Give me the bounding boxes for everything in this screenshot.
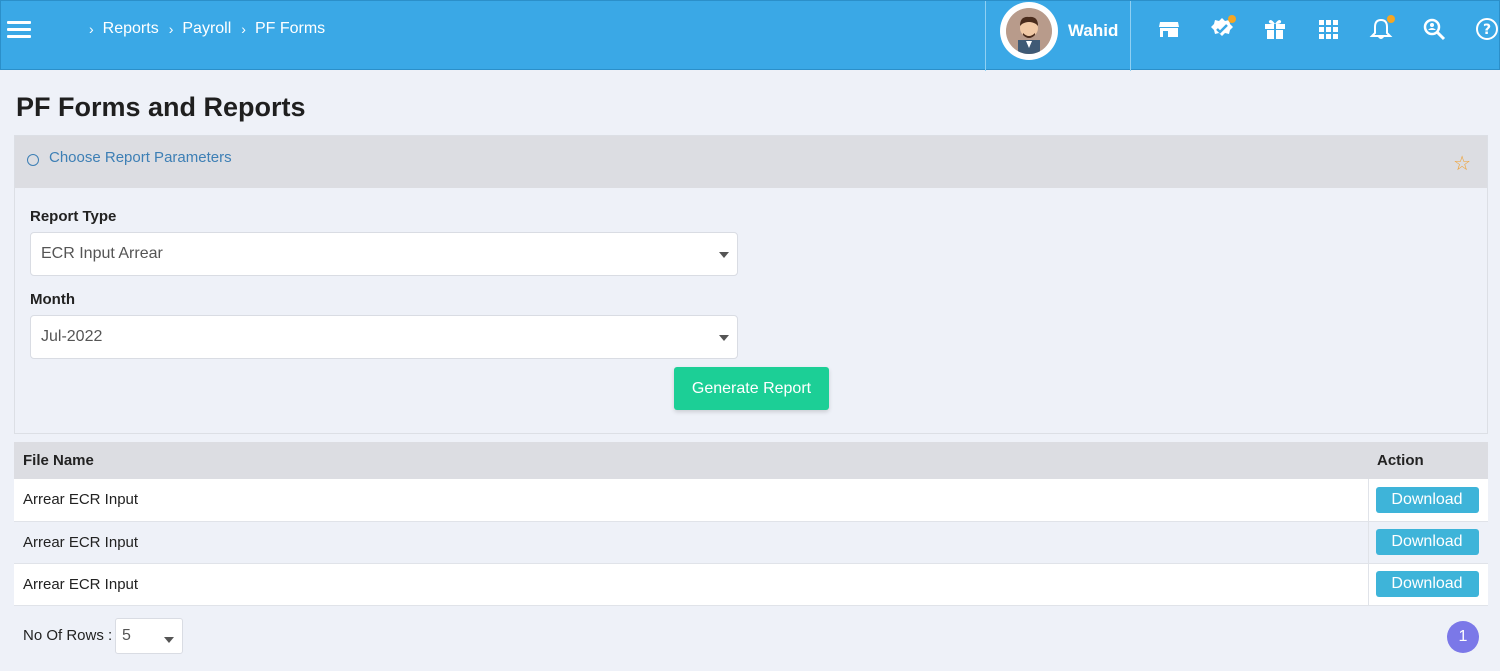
breadcrumb-payroll[interactable]: Payroll xyxy=(182,20,231,38)
rows-per-page-value: 5 xyxy=(122,627,131,644)
help-icon[interactable]: ? xyxy=(1475,17,1500,45)
generate-report-button[interactable]: Generate Report xyxy=(674,367,829,410)
chevron-down-icon xyxy=(719,335,729,341)
column-header-action: Action xyxy=(1368,442,1488,479)
files-table: File Name Action Arrear ECR Input Downlo… xyxy=(14,442,1488,606)
panel-header: Choose Report Parameters ☆ xyxy=(15,136,1487,188)
pagination-page-1[interactable]: 1 xyxy=(1447,621,1479,653)
search-user-icon[interactable] xyxy=(1422,17,1450,45)
chevron-down-icon xyxy=(719,252,729,258)
apps-grid-icon[interactable] xyxy=(1316,17,1344,45)
download-button[interactable]: Download xyxy=(1375,529,1479,555)
download-button[interactable]: Download xyxy=(1375,571,1479,597)
file-name-cell: Arrear ECR Input xyxy=(14,479,1368,522)
gift-icon[interactable] xyxy=(1263,17,1291,45)
star-icon[interactable]: ☆ xyxy=(1453,151,1471,176)
verified-badge-icon[interactable] xyxy=(1210,15,1238,45)
report-type-value: ECR Input Arrear xyxy=(41,245,163,262)
download-button[interactable]: Download xyxy=(1375,486,1479,513)
user-name[interactable]: Wahid xyxy=(1068,21,1118,41)
breadcrumb-pf-forms: PF Forms xyxy=(254,20,326,37)
table-row: Arrear ECR Input Download xyxy=(14,563,1488,606)
report-type-label: Report Type xyxy=(30,208,117,225)
breadcrumb: › Reports › Payroll › PF Forms xyxy=(89,20,326,38)
svg-text:?: ? xyxy=(1483,22,1491,38)
store-icon[interactable] xyxy=(1157,17,1185,45)
parameters-icon xyxy=(27,154,39,166)
report-parameters-panel: Choose Report Parameters ☆ Report Type E… xyxy=(14,135,1488,434)
rows-per-page-select[interactable]: 5 xyxy=(115,618,183,654)
report-type-select[interactable]: ECR Input Arrear xyxy=(30,232,738,276)
table-row: Arrear ECR Input Download xyxy=(14,479,1488,522)
file-name-cell: Arrear ECR Input xyxy=(14,563,1368,606)
rows-per-page-label: No Of Rows : xyxy=(23,627,113,644)
user-menu[interactable]: Wahid xyxy=(985,1,1131,71)
top-bar: › Reports › Payroll › PF Forms Wahid ? xyxy=(0,0,1500,71)
column-header-file-name: File Name xyxy=(14,442,1368,479)
avatar xyxy=(1000,2,1058,60)
month-select[interactable]: Jul-2022 xyxy=(30,315,738,359)
menu-icon[interactable] xyxy=(7,21,31,41)
chevron-down-icon xyxy=(164,637,174,643)
file-name-cell: Arrear ECR Input xyxy=(14,521,1368,564)
table-row: Arrear ECR Input Download xyxy=(14,521,1488,564)
bell-icon[interactable] xyxy=(1369,15,1397,45)
month-label: Month xyxy=(30,291,75,308)
panel-header-title[interactable]: Choose Report Parameters xyxy=(49,149,232,166)
page-title: PF Forms and Reports xyxy=(16,92,306,122)
breadcrumb-reports[interactable]: Reports xyxy=(103,20,159,38)
month-value: Jul-2022 xyxy=(41,328,103,345)
